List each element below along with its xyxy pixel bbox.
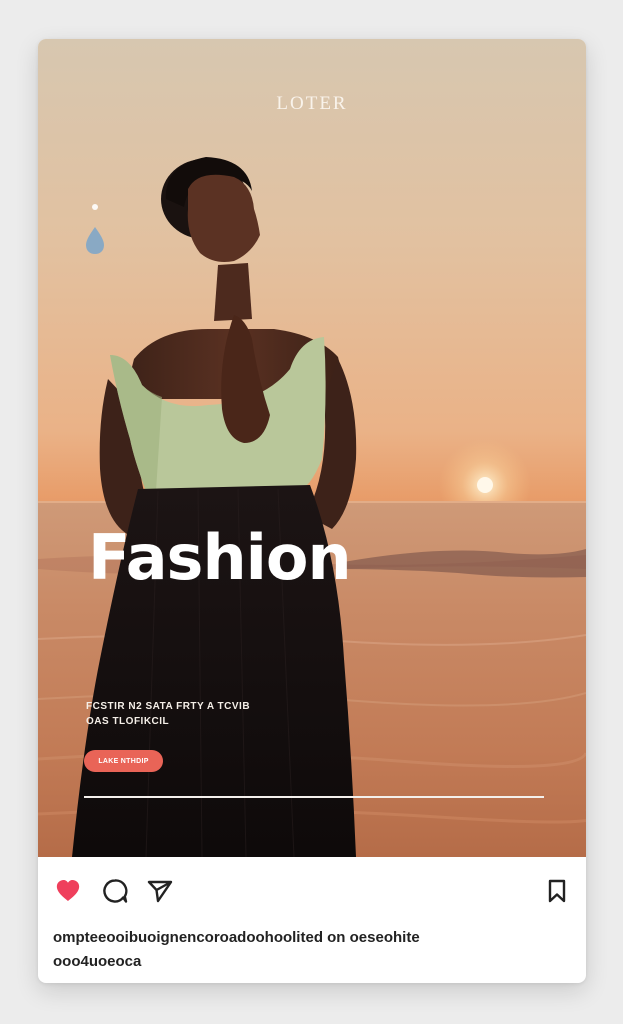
- save-button[interactable]: [543, 877, 571, 905]
- story-progress-bar: [84, 796, 544, 798]
- comment-icon: [103, 879, 128, 903]
- post-card: LOTER Fashion FCSTIR N2 SATA FRTY A TCVI…: [38, 39, 586, 983]
- comment-button[interactable]: [101, 877, 129, 905]
- post-caption: ompteeooibuoignencoroadoohoolited on oes…: [53, 926, 573, 974]
- post-actions-bar: [38, 857, 586, 917]
- beach-scene: [38, 157, 586, 857]
- subtext-line: FCSTIR N2 SATA FRTY A TCVIB: [86, 701, 251, 712]
- heart-filled-icon: [56, 880, 80, 901]
- headline: Fashion: [88, 521, 352, 594]
- caption-line: ooo4uoeoca: [53, 953, 142, 970]
- cta-button[interactable]: LAKE NTHDIP: [84, 750, 163, 772]
- subtext: FCSTIR N2 SATA FRTY A TCVIB OAS TLOFIKCI…: [86, 699, 306, 729]
- share-button[interactable]: [146, 877, 174, 905]
- caption-line: ompteeooibuoignencoroadoohoolited on oes…: [53, 929, 420, 946]
- send-icon: [147, 880, 173, 903]
- like-button[interactable]: [54, 877, 82, 905]
- subtext-line: OAS TLOFIKCIL: [86, 716, 170, 727]
- brand-wordmark: LOTER: [276, 93, 348, 114]
- post-image[interactable]: LOTER Fashion FCSTIR N2 SATA FRTY A TCVI…: [38, 39, 586, 857]
- story-progress-fill: [84, 796, 544, 798]
- bookmark-icon: [548, 879, 566, 903]
